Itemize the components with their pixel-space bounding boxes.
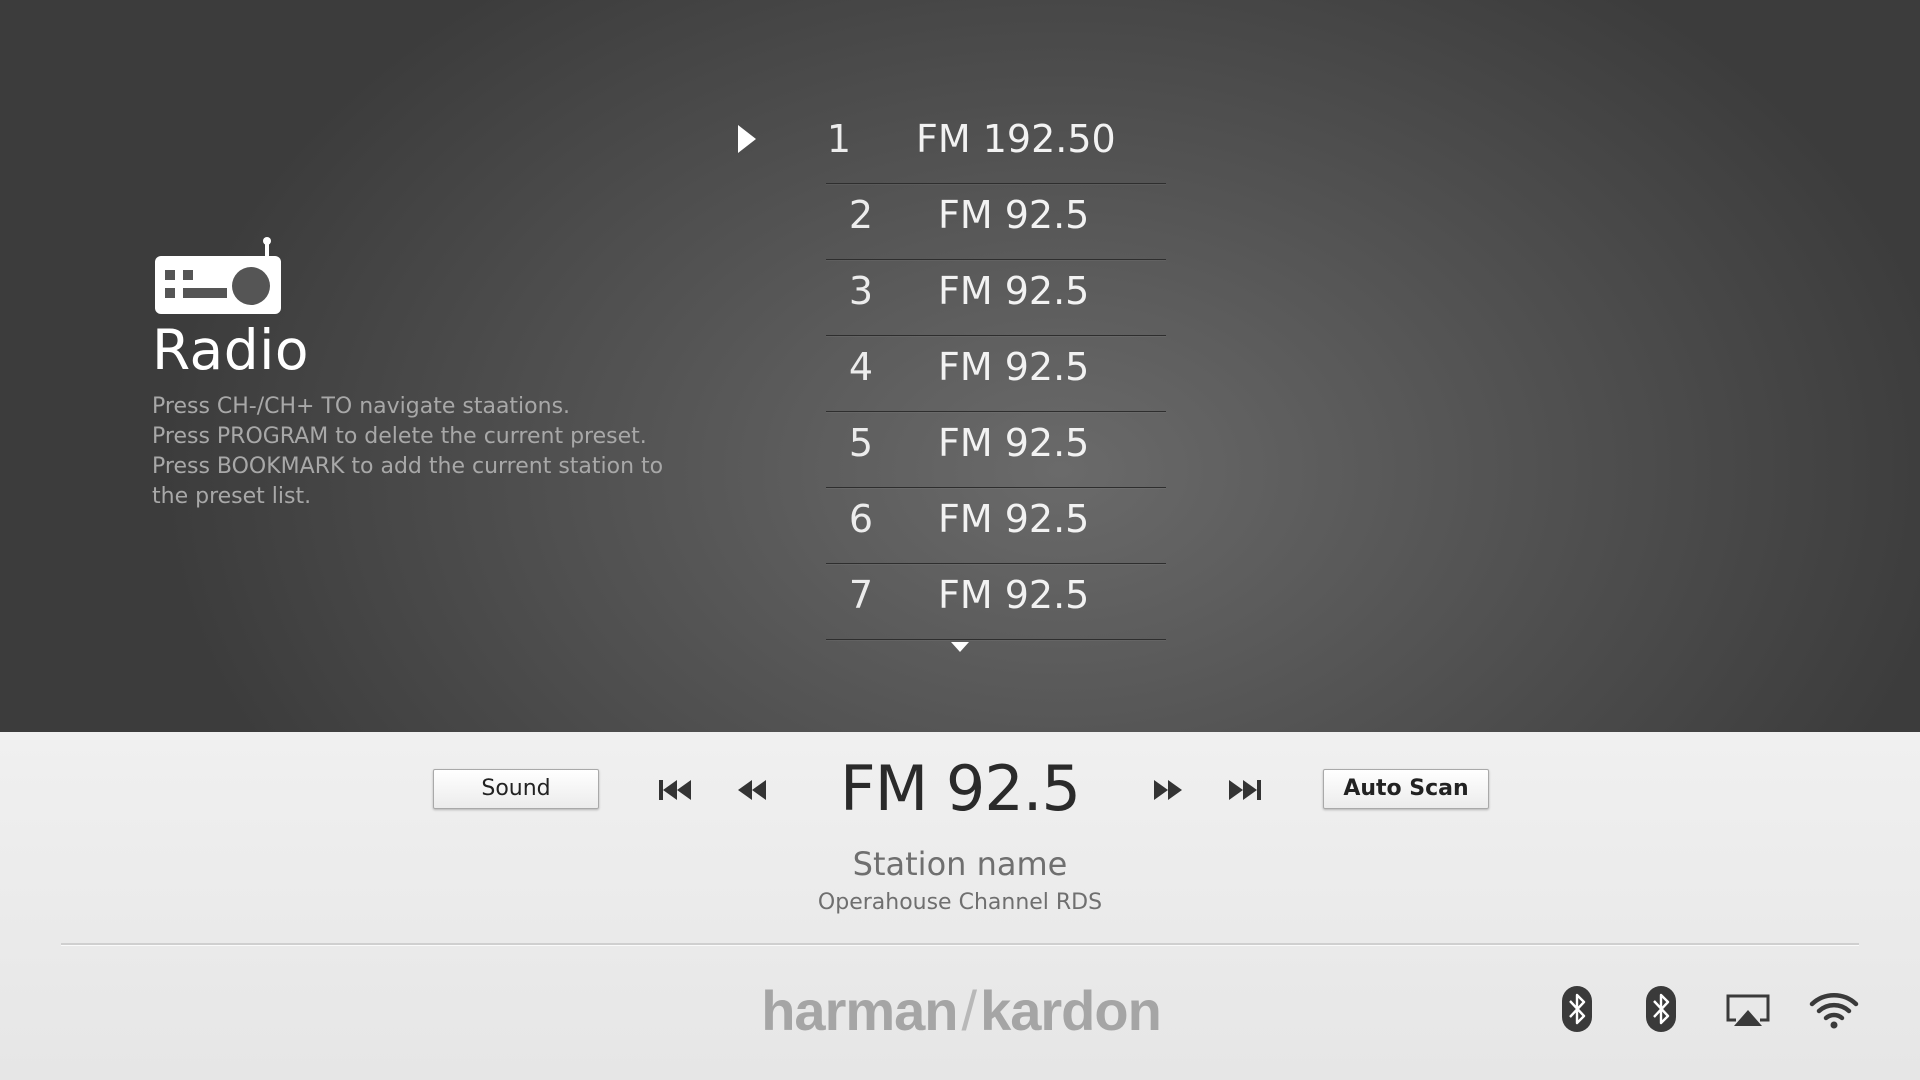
play-indicator-icon [738,125,756,153]
preset-item-3[interactable]: 3 FM 92.5 [826,260,1166,336]
player-bar: Sound FM 92.5 Auto Scan Station name Ope… [0,732,1920,1080]
preset-frequency: FM 92.5 [938,193,1090,237]
preset-number: 7 [848,573,874,617]
preset-item-6[interactable]: 6 FM 92.5 [826,488,1166,564]
preset-frequency: FM 92.5 [938,269,1090,313]
fast-forward-icon[interactable] [1148,772,1188,808]
instruction-line: the preset list. [152,484,312,509]
preset-item-5[interactable]: 5 FM 92.5 [826,412,1166,488]
harman-kardon-logo: harman/kardon [756,978,1166,1043]
preset-frequency: FM 92.5 [938,421,1090,465]
preset-number: 3 [848,269,874,313]
preset-number: 4 [848,345,874,389]
preset-number: 5 [848,421,874,465]
auto-scan-button[interactable]: Auto Scan [1323,769,1489,809]
station-name: Station name [852,845,1068,883]
bluetooth-icon [1562,986,1592,1032]
instructions-text: Press CH-/CH+ TO navigate staations. Pre… [152,392,712,512]
divider [61,943,1859,946]
bluetooth-icon [1646,986,1676,1032]
station-rds-text: Operahouse Channel RDS [817,890,1103,915]
instruction-line: Press BOOKMARK to add the current statio… [152,454,664,479]
preset-frequency: FM 92.5 [938,497,1090,541]
airplay-icon [1726,994,1770,1026]
wifi-icon [1809,993,1859,1029]
current-frequency: FM 92.5 [840,752,1081,825]
instruction-line: Press CH-/CH+ TO navigate staations. [152,394,571,419]
preset-item-1[interactable]: 1 FM 192.50 [826,108,1166,184]
preset-item-2[interactable]: 2 FM 92.5 [826,184,1166,260]
preset-frequency: FM 92.5 [938,573,1090,617]
preset-browser-panel: Radio Press CH-/CH+ TO navigate staation… [0,0,1920,732]
preset-item-4[interactable]: 4 FM 92.5 [826,336,1166,412]
preset-item-7[interactable]: 7 FM 92.5 [826,564,1166,640]
preset-number: 6 [848,497,874,541]
logo-text-harman: harman [761,979,958,1042]
skip-next-icon[interactable] [1224,772,1264,808]
instruction-line: Press PROGRAM to delete the current pres… [152,424,647,449]
preset-list: 1 FM 192.50 2 FM 92.5 3 FM 92.5 4 FM 92.… [826,108,1166,640]
logo-slash: / [961,979,978,1042]
sound-button[interactable]: Sound [433,769,599,809]
radio-icon [155,237,281,314]
preset-number: 2 [848,193,874,237]
scroll-down-icon[interactable] [951,642,969,652]
preset-frequency: FM 192.50 [916,117,1116,161]
preset-number: 1 [826,117,852,161]
logo-text-kardon: kardon [980,979,1162,1042]
preset-frequency: FM 92.5 [938,345,1090,389]
page-title: Radio [152,318,310,382]
skip-previous-icon[interactable] [656,772,696,808]
